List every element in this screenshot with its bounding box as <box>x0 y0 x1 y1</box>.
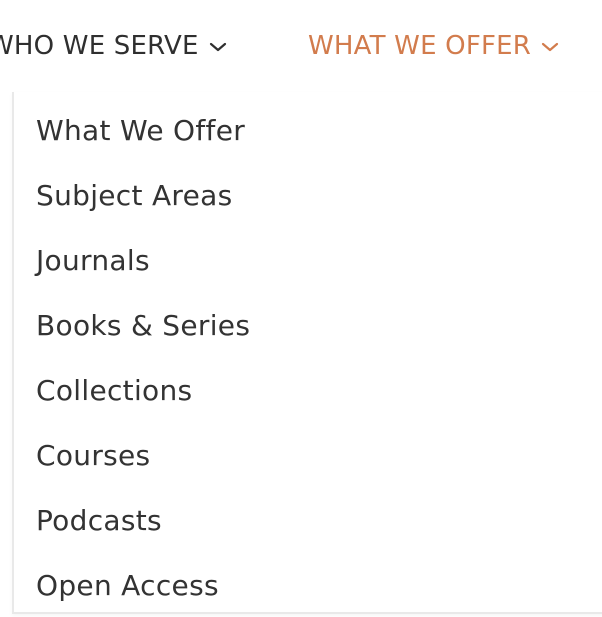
page: WHO WE SERVE WHAT WE OFFER What We Offer… <box>0 0 602 617</box>
nav-who-we-serve[interactable]: WHO WE SERVE <box>0 28 227 64</box>
menu-item-what-we-offer[interactable]: What We Offer <box>36 110 245 150</box>
nav-what-we-offer-label: WHAT WE OFFER <box>308 31 532 61</box>
menu-item-collections[interactable]: Collections <box>36 370 192 410</box>
chevron-down-icon <box>541 41 559 53</box>
menu-item-subject-areas[interactable]: Subject Areas <box>36 175 233 215</box>
top-navigation: WHO WE SERVE WHAT WE OFFER <box>0 0 602 92</box>
menu-item-open-access[interactable]: Open Access <box>36 565 219 605</box>
menu-item-courses[interactable]: Courses <box>36 435 150 475</box>
menu-item-journals[interactable]: Journals <box>36 240 150 280</box>
menu-item-books-series[interactable]: Books & Series <box>36 305 250 345</box>
chevron-down-icon <box>209 41 227 53</box>
what-we-offer-dropdown: What We Offer Subject Areas Journals Boo… <box>12 92 602 614</box>
nav-who-we-serve-label: WHO WE SERVE <box>0 31 199 61</box>
menu-item-podcasts[interactable]: Podcasts <box>36 500 162 540</box>
nav-what-we-offer[interactable]: WHAT WE OFFER <box>308 28 559 64</box>
